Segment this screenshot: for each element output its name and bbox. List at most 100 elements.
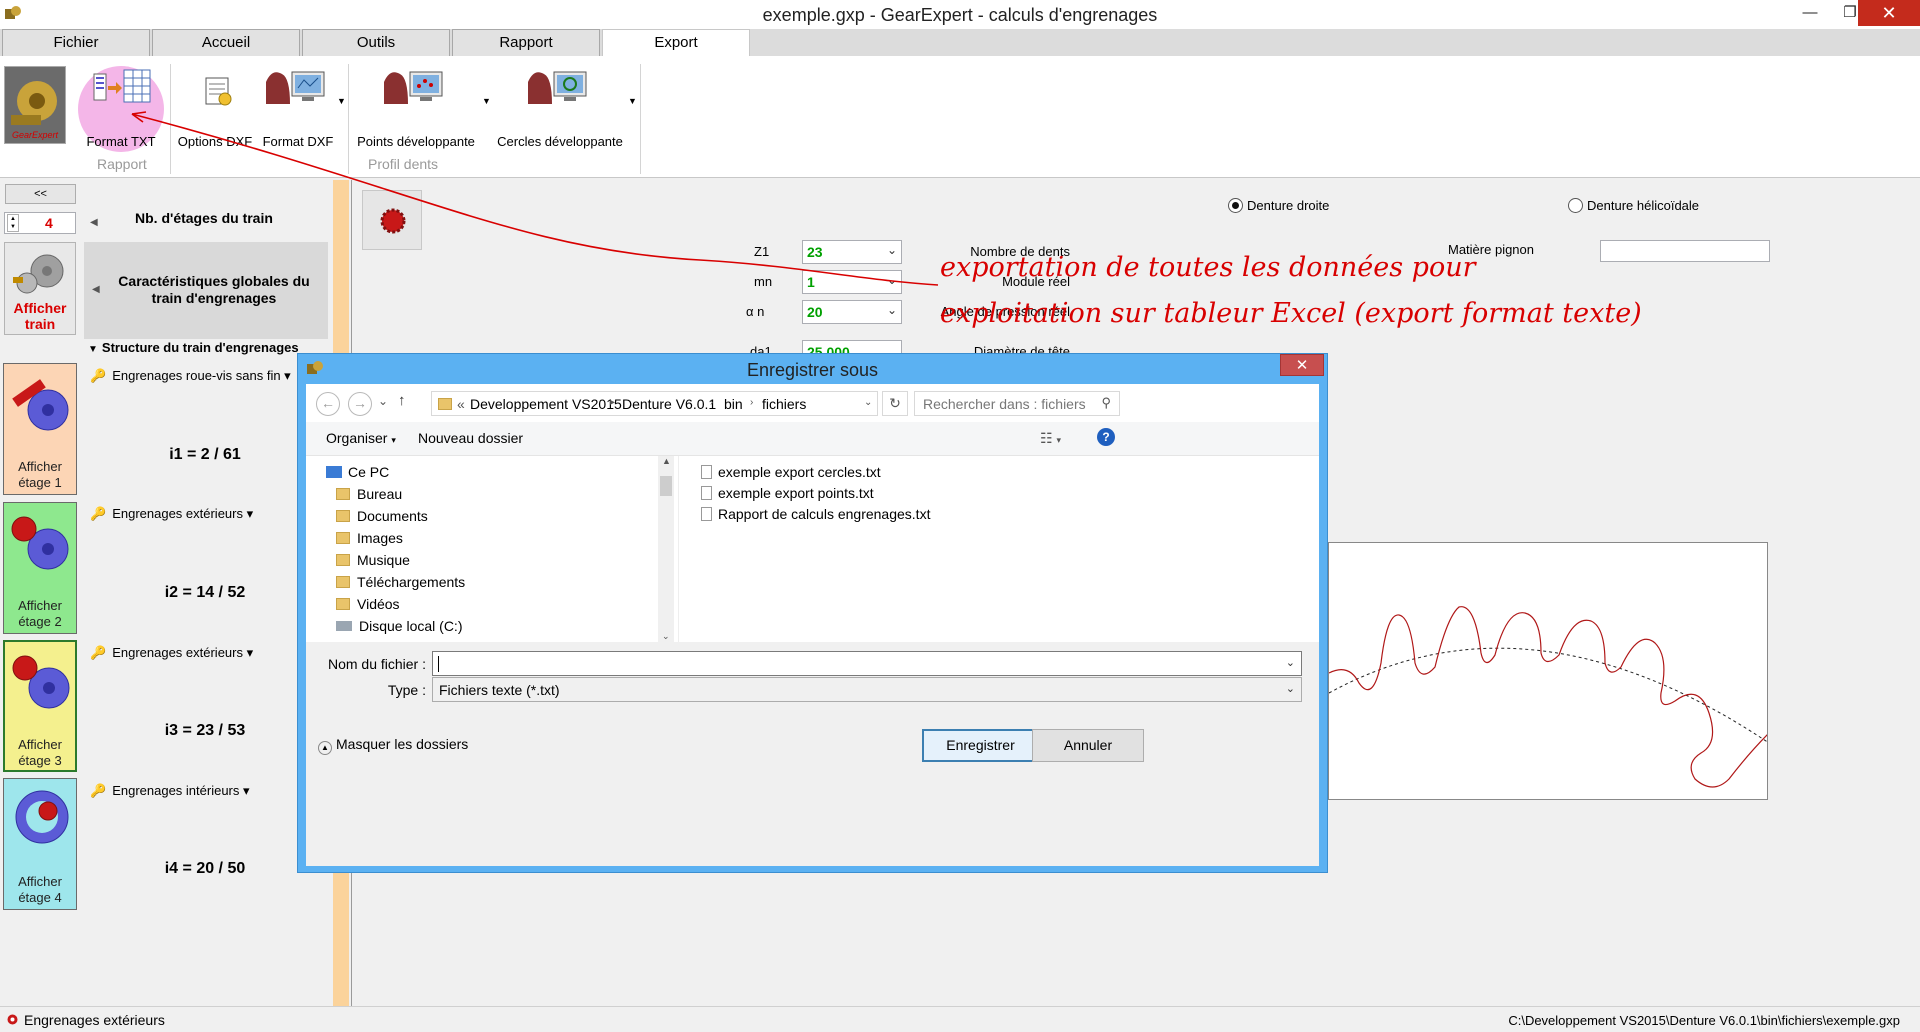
matiere-pignon-input[interactable] xyxy=(1600,240,1770,262)
tab-rapport[interactable]: Rapport xyxy=(452,29,600,56)
navigation-row: ← → ⌄ ↑ « Developpement VS2015 ▸ Denture… xyxy=(306,384,1319,422)
chevron-down-icon[interactable]: ⌄ xyxy=(887,273,897,287)
pc-icon xyxy=(326,466,342,478)
nb-etages-spinner[interactable]: ▲ ▼ 4 xyxy=(4,212,76,234)
tree-item-images[interactable]: Images xyxy=(336,530,403,546)
annuler-button[interactable]: Annuler xyxy=(1032,729,1144,762)
scrollbar-thumb[interactable] xyxy=(660,476,672,496)
tree-item-label: Bureau xyxy=(357,486,403,502)
address-prefix[interactable]: « xyxy=(457,396,465,412)
up-arrow-icon[interactable]: ↑ xyxy=(398,392,406,409)
type-select[interactable]: Fichiers texte (*.txt) ⌄ xyxy=(432,677,1302,702)
disk-icon xyxy=(336,621,352,631)
cercles-developpante-button[interactable]: Cercles développante xyxy=(497,64,623,149)
file-item[interactable]: Rapport de calculs engrenages.txt xyxy=(701,506,930,522)
options-dxf-icon xyxy=(205,77,232,106)
points-developpante-button[interactable]: Points développante xyxy=(357,64,475,149)
nb-etages-label: Nb. d'étages du train xyxy=(135,210,273,226)
address-segment-developpement[interactable]: Developpement VS2015 xyxy=(470,396,622,412)
points-developpante-dropdown-icon[interactable]: ▼ xyxy=(482,96,491,106)
afficher-train-label: Afficher train xyxy=(13,300,67,332)
organiser-button[interactable]: Organiser ▾ xyxy=(326,430,396,446)
chevron-right-icon[interactable]: › xyxy=(750,397,753,408)
tree-item-bureau[interactable]: Bureau xyxy=(336,486,402,502)
dialog-title: Enregistrer sous xyxy=(746,360,879,380)
chevron-down-icon[interactable]: ⌄ xyxy=(864,397,872,408)
tree-scrollbar[interactable]: ▲ ⌄ xyxy=(658,456,674,642)
caracteristiques-globales-button[interactable]: ◀ Caractéristiques globales du train d'e… xyxy=(84,242,328,339)
angle-pression-combo[interactable]: 20 ⌄ xyxy=(802,300,902,324)
search-icon[interactable]: ⚲ xyxy=(1101,395,1111,411)
ribbon-separator xyxy=(348,64,349,174)
help-icon[interactable]: ? xyxy=(1097,428,1115,446)
text-caret xyxy=(438,656,439,672)
recent-locations-icon[interactable]: ⌄ xyxy=(378,394,388,408)
format-dxf-label: Format DXF xyxy=(262,134,334,149)
enregistrer-button[interactable]: Enregistrer xyxy=(922,729,1039,762)
chevron-down-icon[interactable]: ⌄ xyxy=(887,243,897,257)
tab-accueil[interactable]: Accueil xyxy=(152,29,300,56)
address-bar[interactable]: « Developpement VS2015 ▸ Denture V6.0.1 … xyxy=(431,391,878,416)
afficher-etage-3-button[interactable]: Afficher étage 3 xyxy=(3,640,77,772)
tree-item-ce-pc[interactable]: Ce PC xyxy=(326,464,389,480)
close-button[interactable]: ✕ xyxy=(1858,0,1920,26)
file-item[interactable]: exemple export points.txt xyxy=(701,485,874,501)
tree-item-telechargements[interactable]: Téléchargements xyxy=(336,574,465,590)
scroll-up-icon[interactable]: ▲ xyxy=(662,456,671,466)
chevron-right-icon[interactable]: ▸ xyxy=(610,397,615,408)
refresh-icon[interactable]: ↻ xyxy=(882,391,908,416)
internal-gear-icon xyxy=(15,790,69,844)
gearexpert-logo-button[interactable]: GearExpert xyxy=(4,66,66,144)
afficher-etage-1-button[interactable]: Afficher étage 1 xyxy=(3,363,77,495)
masquer-dossiers-toggle[interactable]: ▲ Masquer les dossiers xyxy=(318,736,468,755)
address-segment-fichiers[interactable]: fichiers xyxy=(762,396,806,412)
denture-droite-radio[interactable]: Denture droite xyxy=(1228,198,1329,213)
denture-helicoidale-radio[interactable]: Denture hélicoïdale xyxy=(1568,198,1699,213)
view-options-icon[interactable]: ☷ ▾ xyxy=(1040,430,1061,447)
address-segment-bin[interactable]: bin xyxy=(724,396,743,412)
cercles-developpante-dropdown-icon[interactable]: ▼ xyxy=(628,96,637,106)
options-dxf-button[interactable]: Options DXF xyxy=(178,64,252,149)
tree-item-label: Ce PC xyxy=(348,464,390,480)
back-arrow-icon[interactable]: ← xyxy=(316,392,340,416)
module-reel-combo[interactable]: 1 ⌄ xyxy=(802,270,902,294)
tab-fichier[interactable]: Fichier xyxy=(2,29,150,56)
address-segment-denture[interactable]: Denture V6.0.1 xyxy=(622,396,716,412)
scroll-down-icon[interactable]: ⌄ xyxy=(662,631,670,642)
chevron-down-icon[interactable]: ⌄ xyxy=(1286,682,1295,695)
tab-export[interactable]: Export xyxy=(602,29,750,56)
ribbon: GearExpert Format TXT Rapport Options DX… xyxy=(0,56,1920,178)
format-txt-button[interactable]: Format TXT xyxy=(86,64,156,149)
chevron-down-icon[interactable]: ⌄ xyxy=(1286,656,1295,669)
afficher-train-button[interactable]: Afficher train xyxy=(4,242,76,335)
format-dxf-button[interactable]: Format DXF xyxy=(262,64,334,149)
tree-item-documents[interactable]: Documents xyxy=(336,508,428,524)
tree-item-videos[interactable]: Vidéos xyxy=(336,596,400,612)
text-file-icon xyxy=(701,507,712,521)
format-dxf-dropdown-icon[interactable]: ▼ xyxy=(337,96,346,106)
structure-header[interactable]: ▼ Structure du train d'engrenages xyxy=(88,340,299,355)
nombre-dents-combo[interactable]: 23 ⌄ xyxy=(802,240,902,264)
stage-3-type-dropdown[interactable]: 🔑 Engrenages extérieurs ▾ xyxy=(90,645,253,661)
afficher-etage-4-button[interactable]: Afficher étage 4 xyxy=(3,778,77,910)
file-item[interactable]: exemple export cercles.txt xyxy=(701,464,881,480)
chevron-right-icon[interactable]: › xyxy=(710,397,713,408)
chevron-down-icon[interactable]: ⌄ xyxy=(887,303,897,317)
minimize-button[interactable]: — xyxy=(1790,0,1830,26)
search-input[interactable]: Rechercher dans : fichiers ⚲ xyxy=(914,391,1120,416)
dialog-close-button[interactable]: ✕ xyxy=(1280,354,1324,376)
stage-1-type-dropdown[interactable]: 🔑 Engrenages roue-vis sans fin ▾ xyxy=(90,368,291,384)
filename-input[interactable]: ⌄ xyxy=(432,651,1302,676)
stage-2-type: Engrenages extérieurs xyxy=(112,506,243,521)
afficher-etage-2-button[interactable]: Afficher étage 2 xyxy=(3,502,77,634)
nouveau-dossier-button[interactable]: Nouveau dossier xyxy=(418,430,523,446)
folder-icon xyxy=(336,598,350,610)
forward-arrow-icon[interactable]: → xyxy=(348,392,372,416)
collapse-panel-button[interactable]: << xyxy=(5,184,76,204)
tab-outils[interactable]: Outils xyxy=(302,29,450,56)
stage-4-type-dropdown[interactable]: 🔑 Engrenages intérieurs ▾ xyxy=(90,783,250,799)
tree-item-musique[interactable]: Musique xyxy=(336,552,410,568)
tree-item-disque-local[interactable]: Disque local (C:) xyxy=(336,618,462,634)
stage-2-type-dropdown[interactable]: 🔑 Engrenages extérieurs ▾ xyxy=(90,506,253,522)
spinner-arrows-icon[interactable]: ▲ ▼ xyxy=(7,214,19,232)
